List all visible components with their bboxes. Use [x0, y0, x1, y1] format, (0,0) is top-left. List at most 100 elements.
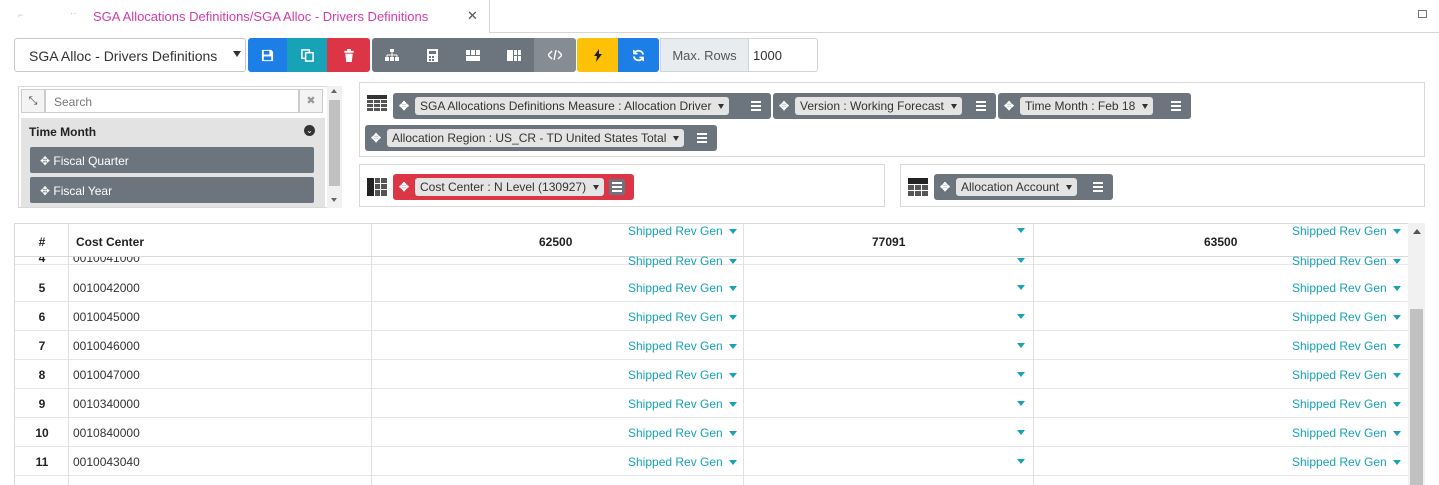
cell-dropdown[interactable]: Shipped Rev Gen	[1292, 426, 1401, 440]
table-row[interactable]: 9 0010340000 Shipped Rev Gen Shipped Rev…	[15, 389, 1409, 418]
cell-dropdown[interactable]: Shipped Rev Gen	[628, 254, 737, 268]
clear-search-icon[interactable]: ✖	[299, 89, 323, 113]
trash-icon	[343, 48, 354, 62]
save-icon	[261, 49, 274, 61]
dimension-panel-scrollbar[interactable]	[327, 86, 342, 208]
dimension-item-fiscal-quarter[interactable]: ✥ Fiscal Quarter	[30, 147, 314, 173]
scroll-thumb[interactable]	[329, 100, 340, 186]
cell-dropdown[interactable]: Shipped Rev Gen	[1292, 397, 1401, 411]
chevron-down-icon[interactable]: ⌄	[304, 125, 315, 136]
list-icon[interactable]	[1090, 179, 1106, 195]
calculator-icon	[426, 48, 438, 62]
row-num: 6	[38, 310, 46, 324]
scroll-up-icon[interactable]	[331, 89, 337, 93]
dimension-search-input[interactable]: Search	[45, 89, 299, 113]
cell-dropdown[interactable]: Shipped Rev Gen	[1292, 281, 1401, 295]
columns-select-allocation-account[interactable]: Allocation Account	[956, 178, 1078, 196]
copy-button[interactable]	[287, 38, 327, 72]
header-num: #	[38, 235, 46, 249]
columns-chip-allocation-account[interactable]: ✥ Allocation Account	[934, 174, 1113, 200]
header-dropdown-77091[interactable]	[1017, 228, 1025, 233]
cell-dropdown[interactable]: Shipped Rev Gen	[1292, 254, 1401, 268]
caret-down-icon	[233, 51, 241, 57]
move-icon: ✥	[40, 154, 51, 168]
cell-dropdown-empty[interactable]	[1017, 430, 1025, 435]
view-select[interactable]: SGA Alloc - Drivers Definitions	[14, 38, 246, 72]
context-chip-measure[interactable]: ✥ SGA Allocations Definitions Measure : …	[393, 93, 771, 119]
context-select-measure[interactable]: SGA Allocations Definitions Measure : Al…	[415, 97, 730, 115]
refresh-icon	[632, 49, 645, 61]
cell-dropdown-empty[interactable]	[1017, 285, 1025, 290]
header-dropdown-63500[interactable]: Shipped Rev Gen	[1292, 224, 1401, 238]
row-cost-center: 0010047000	[73, 368, 140, 382]
table-row[interactable]: 8 0010047000 Shipped Rev Gen Shipped Rev…	[15, 360, 1409, 389]
context-select-allocation-region[interactable]: Allocation Region : US_CR - TD United St…	[387, 129, 685, 147]
layout-columns-icon	[465, 49, 480, 61]
code-button[interactable]	[534, 38, 576, 72]
cell-dropdown[interactable]: Shipped Rev Gen	[628, 426, 737, 440]
max-rows-label: Max. Rows	[660, 38, 749, 72]
resize-icon[interactable]: ⤡	[21, 89, 45, 113]
delete-button[interactable]	[327, 38, 370, 72]
run-button[interactable]	[577, 38, 618, 72]
rows-dimension-box: ✥ Cost Center : N Level (130927)	[359, 164, 885, 207]
table-row[interactable]: 11 0010043040 Shipped Rev Gen Shipped Re…	[15, 447, 1409, 476]
refresh-button[interactable]	[618, 38, 659, 72]
cell-dropdown[interactable]: Shipped Rev Gen	[1292, 310, 1401, 324]
cell-dropdown-empty[interactable]	[1017, 258, 1025, 263]
scroll-thumb[interactable]	[1410, 309, 1423, 485]
context-select-time-month[interactable]: Time Month : Feb 18	[1020, 97, 1154, 115]
cell-dropdown-empty[interactable]	[1017, 372, 1025, 377]
row-cost-center: 0010840000	[73, 426, 140, 440]
cell-dropdown[interactable]: Shipped Rev Gen	[628, 397, 737, 411]
grid-scrollbar[interactable]	[1408, 223, 1425, 485]
dimension-item-fiscal-year[interactable]: ✥ Fiscal Year	[30, 177, 314, 203]
tab-drivers-definitions[interactable]: ⌐ ·· SGA Allocations Definitions/SGA All…	[0, 0, 490, 33]
context-chip-version[interactable]: ✥ Version : Working Forecast	[773, 93, 996, 119]
row-cost-center: 0010340000	[73, 397, 140, 411]
row-num: 10	[35, 426, 49, 440]
cell-dropdown[interactable]: Shipped Rev Gen	[1292, 339, 1401, 353]
max-rows-input[interactable]: 1000	[749, 38, 818, 72]
layout-grid-button[interactable]	[493, 38, 534, 72]
table-row[interactable]: 10 0010840000 Shipped Rev Gen Shipped Re…	[15, 418, 1409, 447]
list-icon[interactable]	[609, 179, 625, 195]
rows-chip-cost-center[interactable]: ✥ Cost Center : N Level (130927)	[393, 174, 634, 200]
list-icon[interactable]	[973, 98, 989, 114]
cell-dropdown[interactable]: Shipped Rev Gen	[628, 281, 737, 295]
cell-dropdown[interactable]: Shipped Rev Gen	[628, 310, 737, 324]
list-icon[interactable]	[748, 98, 764, 114]
header-col-77091: 77091	[872, 235, 906, 249]
context-chip-time-month[interactable]: ✥ Time Month : Feb 18	[998, 93, 1191, 119]
cell-dropdown[interactable]: Shipped Rev Gen	[628, 455, 737, 469]
context-chip-allocation-region[interactable]: ✥ Allocation Region : US_CR - TD United …	[365, 125, 717, 151]
cell-dropdown-empty[interactable]	[1017, 343, 1025, 348]
scroll-up-icon[interactable]	[1413, 229, 1421, 234]
layout-columns-button[interactable]	[452, 38, 493, 72]
cell-dropdown-empty[interactable]	[1017, 459, 1025, 464]
cell-dropdown[interactable]: Shipped Rev Gen	[1292, 368, 1401, 382]
cell-dropdown[interactable]: Shipped Rev Gen	[1292, 455, 1401, 469]
calculator-button[interactable]	[412, 38, 452, 72]
table-row[interactable]: 5 0010042000 Shipped Rev Gen Shipped Rev…	[15, 273, 1409, 302]
rows-select-cost-center[interactable]: Cost Center : N Level (130927)	[415, 178, 605, 196]
cell-dropdown[interactable]: Shipped Rev Gen	[628, 368, 737, 382]
cell-dropdown-empty[interactable]	[1017, 401, 1025, 406]
lightning-icon	[593, 48, 602, 62]
list-icon[interactable]	[1168, 98, 1184, 114]
list-icon[interactable]	[694, 130, 710, 146]
cell-dropdown[interactable]: Shipped Rev Gen	[628, 339, 737, 353]
row-num: 7	[38, 339, 46, 353]
header-dropdown-62500[interactable]: Shipped Rev Gen	[628, 224, 737, 238]
row-num: 9	[38, 397, 46, 411]
save-button[interactable]	[248, 38, 287, 72]
table-row[interactable]: 6 0010045000 Shipped Rev Gen Shipped Rev…	[15, 302, 1409, 331]
table-row[interactable]: 7 0010046000 Shipped Rev Gen Shipped Rev…	[15, 331, 1409, 360]
maximize-icon[interactable]	[1418, 10, 1427, 18]
close-tab-icon[interactable]: ✕	[467, 8, 478, 24]
cell-dropdown-empty[interactable]	[1017, 314, 1025, 319]
scroll-down-icon[interactable]	[331, 198, 337, 202]
row-cost-center: 0010042000	[73, 281, 140, 295]
hierarchy-button[interactable]	[372, 38, 412, 72]
context-select-version[interactable]: Version : Working Forecast	[795, 97, 962, 115]
